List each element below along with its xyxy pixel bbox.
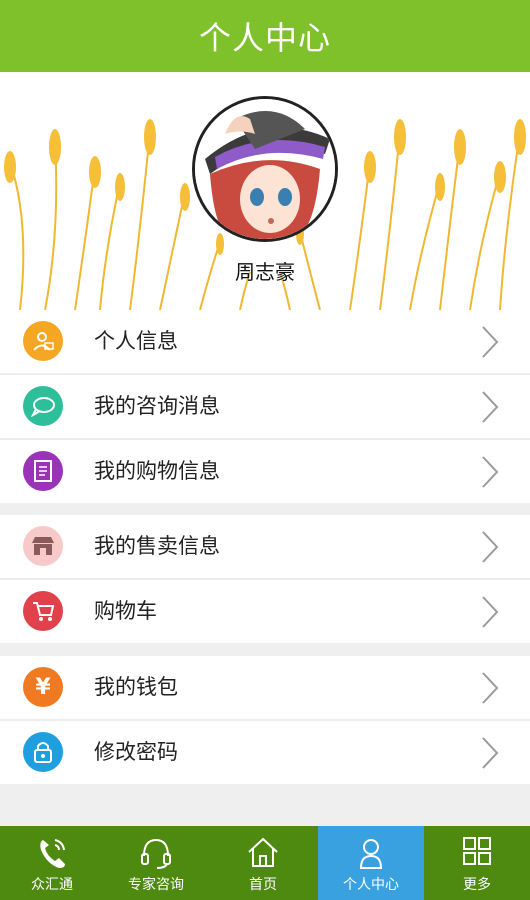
person-card-icon	[23, 321, 63, 361]
anime-avatar-image	[195, 99, 335, 239]
menu-item-cart[interactable]: 购物车	[0, 580, 530, 643]
menu-item-label: 我的钱包	[94, 675, 178, 699]
tab-home[interactable]: 首页	[208, 826, 318, 900]
menu-group-account: 个人信息 我的咨询消息 我的购物信息	[0, 310, 530, 503]
chevron-right-icon	[482, 456, 499, 488]
menu-item-label: 修改密码	[94, 740, 178, 764]
chevron-right-icon	[482, 391, 499, 423]
tab-label: 专家咨询	[128, 877, 184, 893]
menu-item-change-password[interactable]: 修改密码	[0, 721, 530, 784]
user-icon	[359, 839, 383, 869]
bottom-tab-bar: 众汇通 专家咨询 首页 个人中心 更多	[0, 826, 530, 900]
menu-group-trade: 我的售卖信息 购物车	[0, 515, 530, 643]
avatar[interactable]	[192, 96, 338, 242]
menu-item-shopping-info[interactable]: 我的购物信息	[0, 440, 530, 503]
tab-label: 更多	[463, 877, 491, 893]
menu-item-label: 我的咨询消息	[94, 394, 220, 418]
phone-icon	[40, 839, 65, 868]
profile-banner: 周志豪	[0, 72, 530, 310]
menu-item-personal-info[interactable]: 个人信息	[0, 310, 530, 375]
document-list-icon	[23, 451, 63, 491]
shop-icon	[23, 526, 63, 566]
menu-item-label: 个人信息	[94, 329, 178, 353]
grid-icon	[463, 837, 491, 865]
tab-personal-center[interactable]: 个人中心	[318, 826, 424, 900]
tab-label: 个人中心	[343, 877, 399, 893]
menu-item-label: 购物车	[94, 599, 157, 623]
menu-item-wallet[interactable]: ¥ 我的钱包	[0, 656, 530, 721]
menu-group-security: ¥ 我的钱包 修改密码	[0, 656, 530, 784]
chevron-right-icon	[482, 737, 499, 769]
menu-item-selling-info[interactable]: 我的售卖信息	[0, 515, 530, 580]
page-header: 个人中心	[0, 0, 530, 72]
menu-item-consult-messages[interactable]: 我的咨询消息	[0, 375, 530, 440]
chevron-right-icon	[482, 326, 499, 358]
headset-icon	[141, 838, 171, 869]
username: 周志豪	[235, 260, 295, 284]
tab-expert-consult[interactable]: 专家咨询	[104, 826, 208, 900]
tab-zhonghuitong[interactable]: 众汇通	[0, 826, 104, 900]
page-title: 个人中心	[198, 19, 331, 57]
home-icon	[248, 837, 278, 867]
chevron-right-icon	[482, 672, 499, 704]
tab-label: 首页	[249, 877, 277, 893]
chevron-right-icon	[482, 596, 499, 628]
cart-icon	[23, 591, 63, 631]
tab-label: 众汇通	[31, 877, 73, 893]
menu-item-label: 我的购物信息	[94, 459, 220, 483]
chat-bubble-icon	[23, 386, 63, 426]
tab-more[interactable]: 更多	[424, 826, 530, 900]
chevron-right-icon	[482, 531, 499, 563]
lock-icon	[23, 732, 63, 772]
yen-coin-icon: ¥	[23, 667, 63, 707]
menu-item-label: 我的售卖信息	[94, 534, 220, 558]
